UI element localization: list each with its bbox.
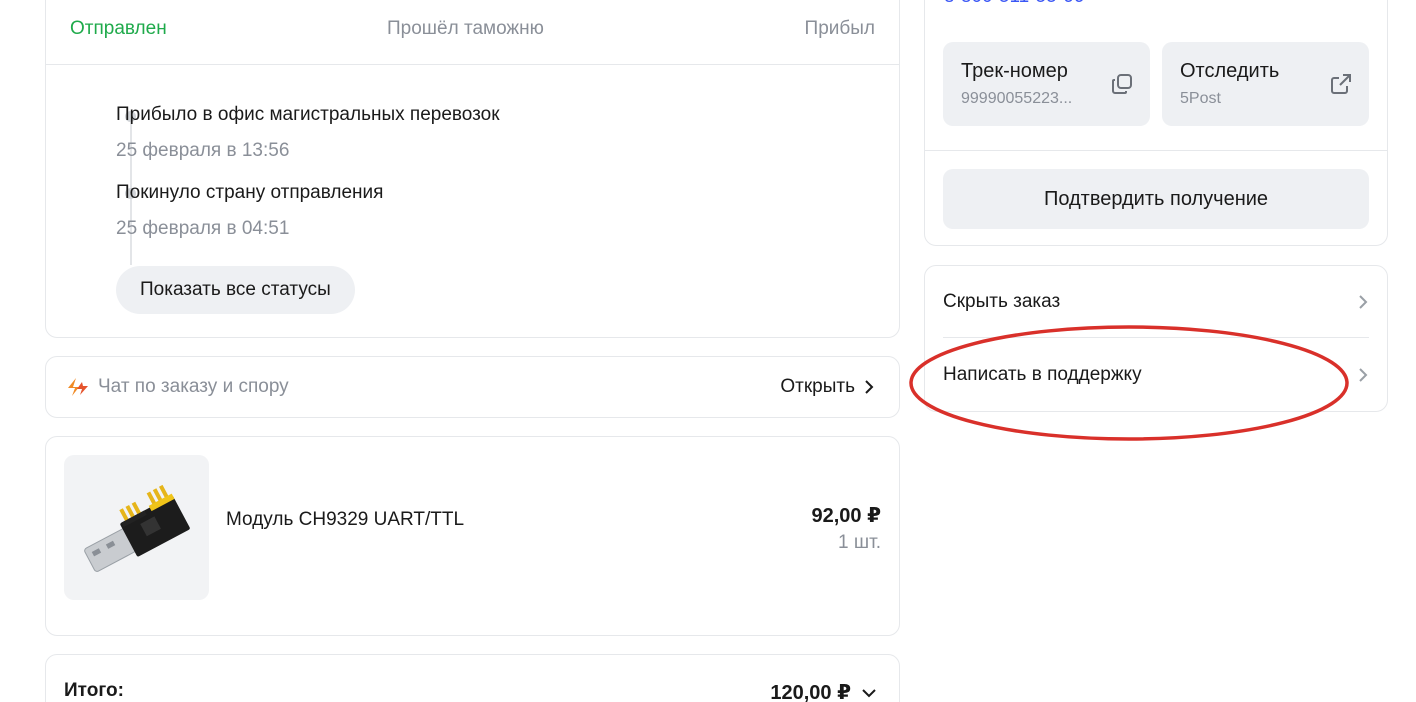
usb-module-image (84, 484, 190, 572)
stage-customs: Прошёл таможню (387, 18, 544, 39)
chevron-right-icon (1359, 368, 1368, 382)
track-number-tile[interactable]: Трек-номер 99990055223... (943, 42, 1150, 126)
chat-open-label: Открыть (780, 376, 855, 397)
divider (925, 150, 1387, 151)
total-value-toggle[interactable]: 120,00 ₽ (770, 680, 877, 702)
product-card: Модуль CH9329 UART/TTL 92,00 ₽ 1 шт. (45, 436, 900, 636)
event-title: Прибыло в офис магистральных перевозок (116, 104, 500, 125)
event-date: 25 февраля в 13:56 (116, 140, 290, 161)
carrier-name: 5Post (1180, 90, 1221, 107)
order-actions-card: Скрыть заказ Написать в поддержку (924, 265, 1388, 412)
chat-label: Чат по заказу и спору (98, 376, 289, 397)
event-date: 25 февраля в 04:51 (116, 218, 290, 239)
copy-icon[interactable] (1110, 72, 1134, 96)
hide-order-item[interactable]: Скрыть заказ (943, 266, 1369, 338)
stage-arrived: Прибыл (804, 18, 875, 39)
total-value: 120,00 ₽ (770, 682, 851, 702)
product-quantity: 1 шт. (838, 532, 881, 553)
track-number-value: 99990055223... (961, 90, 1073, 107)
order-total-card[interactable]: Итого: 120,00 ₽ (45, 654, 900, 702)
track-number-title: Трек-номер (961, 60, 1068, 82)
status-stages: Отправлен Прошёл таможню Прибыл (46, 1, 899, 65)
write-support-label: Написать в поддержку (943, 364, 1142, 385)
support-phone[interactable]: 8-800-511-55-66 (944, 0, 1084, 9)
hide-order-label: Скрыть заказ (943, 290, 1061, 312)
follow-tracking-tile[interactable]: Отследить 5Post (1162, 42, 1369, 126)
order-chat-bar[interactable]: Чат по заказу и спору Открыть (45, 356, 900, 418)
confirm-receipt-button[interactable]: Подтвердить получение (943, 169, 1369, 229)
chevron-down-icon (862, 688, 876, 697)
follow-title: Отследить (1180, 60, 1280, 82)
product-price: 92,00 ₽ (811, 505, 881, 527)
total-label: Итого: (64, 680, 124, 701)
stage-sent: Отправлен (70, 18, 167, 39)
tracking-card: 8-800-511-55-66 Трек-номер 99990055223..… (924, 0, 1388, 246)
chevron-right-icon (865, 380, 874, 394)
chat-open-link[interactable]: Открыть (780, 376, 875, 398)
product-name[interactable]: Модуль CH9329 UART/TTL (226, 509, 464, 531)
lightning-chat-icon (68, 378, 88, 396)
external-link-icon[interactable] (1329, 72, 1353, 96)
product-image[interactable] (64, 455, 209, 600)
chevron-right-icon (1359, 294, 1368, 309)
show-all-statuses-button[interactable]: Показать все статусы (116, 266, 355, 314)
event-title: Покинуло страну отправления (116, 182, 384, 203)
order-status-card: Отправлен Прошёл таможню Прибыл Прибыло … (45, 0, 900, 338)
write-support-item[interactable]: Написать в поддержку (943, 339, 1369, 411)
